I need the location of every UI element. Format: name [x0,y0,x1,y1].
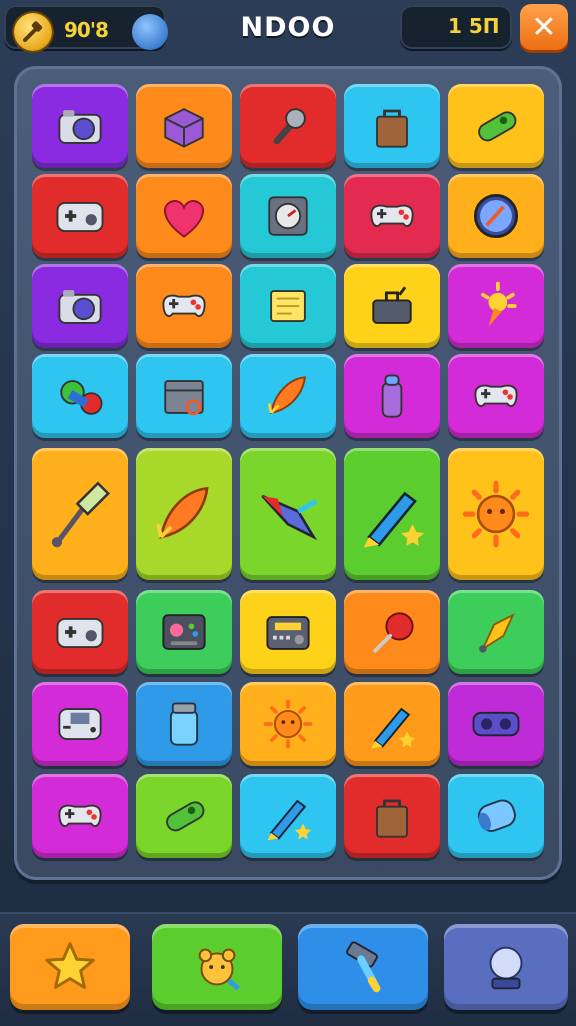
board-tile[interactable] [344,774,440,858]
board-tile[interactable] [136,448,232,580]
board-tile[interactable] [448,448,544,580]
hammer-icon [332,936,394,998]
board-tile[interactable] [344,84,440,168]
board-tile[interactable] [240,174,336,258]
board-tile[interactable] [448,682,544,766]
board-tile[interactable] [344,264,440,348]
board-tile[interactable] [344,448,440,580]
handheld-icon [50,694,110,754]
panel-icon [154,602,214,662]
crayon-icon [258,786,318,846]
board-tile[interactable] [344,354,440,438]
board-tile[interactable] [32,448,128,580]
carrot-icon [466,602,526,662]
board-tile[interactable] [344,590,440,674]
jar-icon [154,694,214,754]
board-tile[interactable] [240,590,336,674]
paintbrush-icon [39,473,121,555]
board-tile[interactable] [448,264,544,348]
bottle-icon [362,366,422,426]
board-tile[interactable] [32,774,128,858]
pushpin-icon [362,602,422,662]
board-tile[interactable] [136,590,232,674]
rocket-icon [258,366,318,426]
powerup-button[interactable] [152,924,282,1010]
gamepad-icon [50,186,110,246]
board-tile[interactable] [240,774,336,858]
compass-icon [466,186,526,246]
board-tile[interactable] [240,448,336,580]
board-tile[interactable] [136,174,232,258]
controller-icon [50,786,110,846]
camera-icon [50,96,110,156]
board-tile[interactable] [32,354,128,438]
star-icon [39,936,101,998]
sun-icon [258,694,318,754]
gauge-icon [258,186,318,246]
vr-icon [466,694,526,754]
bag-icon [362,96,422,156]
score-counter: 1 5П [400,5,512,49]
crate-icon [154,366,214,426]
board-tile[interactable] [448,174,544,258]
controller-icon [154,276,214,336]
powerup-button[interactable] [10,924,130,1010]
note-icon [258,276,318,336]
board-tile[interactable] [240,84,336,168]
crayon-icon [351,473,433,555]
toolbox-icon [362,276,422,336]
board-tile[interactable] [344,174,440,258]
cube-icon [154,96,214,156]
controller-icon [362,186,422,246]
close-button[interactable]: ✕ [520,4,568,50]
heart-icon [154,186,214,246]
sun-icon [455,473,537,555]
board-tile[interactable] [448,590,544,674]
lamp-icon [50,366,110,426]
board-tile[interactable] [240,264,336,348]
gamepad-icon [50,602,110,662]
bag-icon [362,786,422,846]
game-board [14,66,562,880]
board-tile[interactable] [32,264,128,348]
powerup-button[interactable] [444,924,568,1010]
controller-icon [466,366,526,426]
globe-icon [475,936,537,998]
radio-icon [258,602,318,662]
board-tile[interactable] [448,774,544,858]
board-tile[interactable] [136,354,232,438]
rocket-icon [143,473,225,555]
board-tile[interactable] [344,682,440,766]
board-tile[interactable] [32,590,128,674]
board-tile[interactable] [448,84,544,168]
top-bar: 90'8 NDOO 1 5П ✕ [0,0,576,56]
board-tile[interactable] [136,84,232,168]
capsule-icon [154,786,214,846]
board-tile[interactable] [32,84,128,168]
board-tile[interactable] [136,264,232,348]
powerup-bar [0,912,576,1026]
capsule-icon [466,96,526,156]
spark-icon [466,276,526,336]
board-tile[interactable] [32,174,128,258]
score-value: 1 5П [448,14,500,38]
can-icon [466,786,526,846]
powerup-button[interactable] [298,924,428,1010]
bear-icon [186,936,248,998]
microphone-icon [258,96,318,156]
board-tile[interactable] [448,354,544,438]
board-tile[interactable] [136,682,232,766]
crayon-icon [362,694,422,754]
board-tile[interactable] [32,682,128,766]
close-icon: ✕ [531,9,557,45]
camera-icon [50,276,110,336]
board-tile[interactable] [240,354,336,438]
spaceship-icon [247,473,329,555]
board-tile[interactable] [240,682,336,766]
board-tile[interactable] [136,774,232,858]
